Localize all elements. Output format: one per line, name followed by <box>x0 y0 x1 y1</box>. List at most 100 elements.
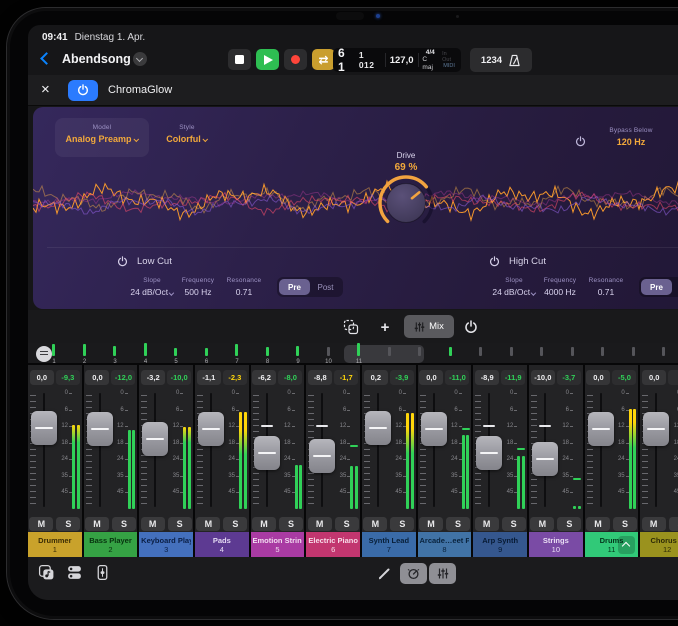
solo-button[interactable]: S <box>613 517 637 531</box>
solo-button[interactable]: S <box>168 517 192 531</box>
volume-fader[interactable] <box>309 439 335 473</box>
bypass-below-control[interactable]: Bypass Below 120 Hz <box>595 127 667 147</box>
lcd-display[interactable]: 6 1 1 012 127,0 4/4 C maj In Out MIDI <box>333 48 461 72</box>
play-button[interactable] <box>256 49 279 70</box>
fader-value[interactable]: -8,9 <box>475 370 499 385</box>
mute-button[interactable]: M <box>29 517 53 531</box>
record-button[interactable] <box>284 49 307 70</box>
solo-button[interactable]: S <box>279 517 303 531</box>
navigator-track-21[interactable] <box>654 344 674 364</box>
mix-view-button[interactable]: Mix <box>404 315 454 338</box>
volume-fader[interactable] <box>532 442 558 476</box>
navigator-track-1[interactable]: 1 <box>44 344 64 364</box>
navigator-track-8[interactable]: 8 <box>258 344 278 364</box>
peak-value[interactable]: -8,0 <box>278 370 302 385</box>
navigator-track-12[interactable] <box>380 344 400 364</box>
add-track-button[interactable]: + <box>374 316 396 338</box>
peak-value[interactable]: -11,9 <box>501 370 525 385</box>
fader-value[interactable]: -10,0 <box>531 370 555 385</box>
fader-value[interactable]: 0,0 <box>85 370 109 385</box>
solo-button[interactable]: S <box>669 517 678 531</box>
mute-button[interactable]: M <box>419 517 443 531</box>
mute-button[interactable]: M <box>308 517 332 531</box>
mute-button[interactable]: M <box>475 517 499 531</box>
count-in-button[interactable]: 1234 <box>481 55 502 66</box>
volume-fader[interactable] <box>588 412 614 446</box>
bypass-power-button[interactable] <box>575 134 586 152</box>
high-cut-power-button[interactable] <box>489 256 500 267</box>
pencil-icon[interactable] <box>377 566 392 581</box>
solo-button[interactable]: S <box>502 517 526 531</box>
mute-button[interactable]: M <box>363 517 387 531</box>
volume-fader[interactable] <box>254 436 280 470</box>
peak-value[interactable]: -2,3 <box>223 370 247 385</box>
mute-button[interactable]: M <box>85 517 109 531</box>
duplicate-button[interactable] <box>338 316 364 338</box>
peak-value[interactable]: -10,0 <box>167 370 191 385</box>
low-cut-slope[interactable]: Slope 24 dB/Oct <box>129 277 175 297</box>
track-name-band[interactable]: Synth Lead7 <box>362 532 416 557</box>
track-name-band[interactable]: Drummer1 <box>28 532 82 557</box>
track-name-band[interactable]: Emotion Strings5 <box>251 532 305 557</box>
navigator-track-4[interactable]: 4 <box>136 344 156 364</box>
solo-button[interactable]: S <box>557 517 581 531</box>
fader-track[interactable] <box>99 393 101 507</box>
navigator-track-11[interactable]: 11 <box>349 344 369 364</box>
mute-button[interactable]: M <box>141 517 165 531</box>
track-name-band[interactable]: Bass Player2 <box>84 532 138 557</box>
navigator-track-18[interactable] <box>563 344 583 364</box>
model-selector[interactable]: Model Analog Preamp <box>55 118 149 157</box>
track-name-band[interactable]: Drums11 <box>585 532 639 557</box>
peak-value[interactable]: -5,0 <box>612 370 636 385</box>
fader-track[interactable] <box>600 393 602 507</box>
track-name-band[interactable]: Chorus V12 <box>640 532 678 557</box>
fader-value[interactable]: 0,0 <box>30 370 54 385</box>
fader-value[interactable]: -6,2 <box>252 370 276 385</box>
project-menu-button[interactable] <box>133 52 147 66</box>
fader-value[interactable]: 0,2 <box>364 370 388 385</box>
fader-value[interactable]: -8,8 <box>308 370 332 385</box>
peak-value[interactable]: -3,9 <box>390 370 414 385</box>
fader-value[interactable]: -1,1 <box>197 370 221 385</box>
volume-fader[interactable] <box>87 412 113 446</box>
collapse-strip-button[interactable] <box>618 536 635 554</box>
stop-button[interactable] <box>228 49 251 70</box>
track-name-band[interactable]: Arp Synth9 <box>473 532 527 557</box>
fader-value[interactable]: 0,0 <box>642 370 666 385</box>
volume-fader[interactable] <box>476 436 502 470</box>
navigator-track-14[interactable] <box>441 344 461 364</box>
drive-knob[interactable] <box>374 171 438 235</box>
peak-value[interactable]: -1,7 <box>334 370 358 385</box>
peak-value[interactable]: -3,7 <box>557 370 581 385</box>
close-icon[interactable]: × <box>41 80 50 100</box>
loop-browser-icon[interactable] <box>38 564 55 581</box>
navigator-track-2[interactable]: 2 <box>75 344 95 364</box>
solo-button[interactable]: S <box>112 517 136 531</box>
post-button[interactable]: Post <box>672 279 678 295</box>
fader-value[interactable]: 0,0 <box>586 370 610 385</box>
fader-track[interactable] <box>210 393 212 507</box>
navigator-track-6[interactable]: 6 <box>197 344 217 364</box>
back-chevron-icon[interactable] <box>40 52 53 65</box>
track-name-band[interactable]: Keyboard Player3 <box>139 532 193 557</box>
mute-button[interactable]: M <box>530 517 554 531</box>
style-selector[interactable]: Style Colorful <box>155 118 219 157</box>
mute-button[interactable]: M <box>586 517 610 531</box>
peak-value[interactable]: -9,3 <box>56 370 80 385</box>
low-cut-resonance[interactable]: Resonance 0.71 <box>221 277 267 297</box>
track-name-band[interactable]: Strings10 <box>529 532 583 557</box>
navigator-track-10[interactable]: 10 <box>319 344 339 364</box>
navigator-track-13[interactable] <box>410 344 430 364</box>
track-name-band[interactable]: Electric Piano6 <box>306 532 360 557</box>
smart-controls-button[interactable] <box>400 563 427 584</box>
navigator-track-5[interactable]: 5 <box>166 344 186 364</box>
volume-fader[interactable] <box>31 411 57 445</box>
fader-panel-icon[interactable] <box>94 564 111 581</box>
solo-button[interactable]: S <box>335 517 359 531</box>
navigator-track-3[interactable]: 3 <box>105 344 125 364</box>
mute-button[interactable]: M <box>642 517 666 531</box>
mixer-power-button[interactable] <box>460 316 482 338</box>
navigator-track-16[interactable] <box>502 344 522 364</box>
mute-button[interactable]: M <box>252 517 276 531</box>
low-cut-frequency[interactable]: Frequency 500 Hz <box>175 277 221 297</box>
